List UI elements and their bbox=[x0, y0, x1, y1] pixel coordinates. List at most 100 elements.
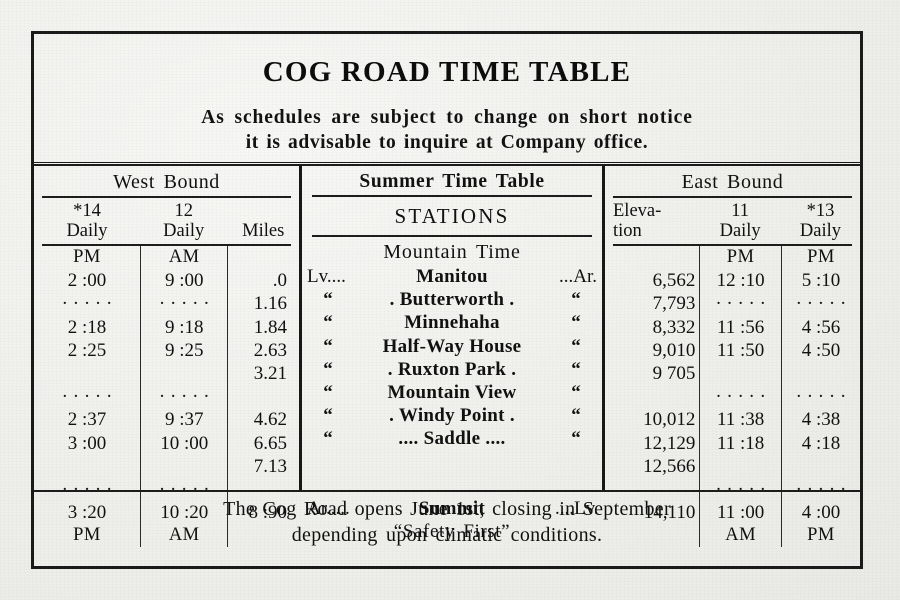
eastbound-13-cell: · · · · · bbox=[780, 385, 860, 409]
eastbound-11-cell bbox=[699, 361, 781, 386]
table-row: 2 :18 9 :18 1.84 bbox=[34, 315, 299, 339]
table-row: 9,010 11 :50 4 :50 bbox=[605, 338, 860, 362]
table-row: 12,129 11 :18 4 :18 bbox=[605, 431, 860, 455]
station-row: Lv.... Manitou ...Ar. bbox=[302, 265, 602, 288]
westbound-heading: West Bound bbox=[113, 171, 220, 193]
station-row bbox=[302, 451, 602, 474]
station-name: Minnehaha bbox=[404, 312, 500, 334]
eastbound-11-cell: 11 :50 bbox=[699, 338, 781, 362]
westbound-14-cell bbox=[34, 362, 140, 385]
eastbound-column-headers: Eleva- tion 11 Daily *13 Daily bbox=[605, 198, 860, 244]
eastbound-col-11: 11 Daily bbox=[719, 201, 761, 241]
westbound-column-headers: *14 Daily 12 Daily Miles bbox=[34, 198, 299, 244]
westbound-12-cell: · · · · · bbox=[140, 292, 227, 316]
eastbound-meridiem-top: PM PM bbox=[605, 246, 860, 270]
eastbound-13-cell: · · · · · bbox=[780, 292, 860, 316]
miles-cell: 4.62 bbox=[227, 408, 299, 432]
station-name: .... Saddle .... bbox=[398, 428, 506, 450]
season-footer-line-1: The Cog Road opens June 1st, closing in … bbox=[223, 498, 671, 520]
table-row: 10,012 11 :38 4 :38 bbox=[605, 408, 860, 432]
table-row: 2 :25 9 :25 2.63 bbox=[34, 338, 299, 362]
westbound-14-cell: 3 :00 bbox=[67, 432, 107, 454]
masthead: COG ROAD TIME TABLE As schedules are sub… bbox=[34, 34, 860, 155]
station-row: “ Minnehaha “ bbox=[302, 311, 602, 334]
eastbound-11-cell: · · · · · bbox=[699, 292, 781, 316]
station-name: Mountain View bbox=[387, 381, 517, 403]
station-name: Half-Way House bbox=[382, 335, 522, 357]
westbound-14-cell: 2 :00 bbox=[67, 270, 107, 292]
station-row: “ . Ruxton Park . “ bbox=[302, 358, 602, 381]
station-suffix: ...Ar. bbox=[559, 266, 597, 287]
eastbound-13-cell: 4 :50 bbox=[780, 338, 860, 362]
westbound-col-miles: Miles bbox=[242, 221, 285, 241]
footer-divider bbox=[34, 490, 860, 492]
elevation-cell: 9,010 bbox=[652, 339, 696, 361]
station-prefix: “ bbox=[323, 358, 333, 380]
westbound-14-cell: · · · · · bbox=[61, 386, 113, 408]
elevation-cell: 12,129 bbox=[643, 432, 696, 454]
westbound-14-cell: 2 :18 bbox=[67, 316, 107, 338]
station-suffix: “ bbox=[571, 335, 581, 357]
season-footer-line-2: depending upon climatic conditions. bbox=[291, 524, 603, 546]
miles-cell: 1.16 bbox=[227, 292, 299, 316]
miles-cell: .0 bbox=[227, 269, 299, 293]
schedule-notice: As schedules are subject to change on sh… bbox=[34, 105, 860, 155]
eastbound-11-cell: 11 :38 bbox=[699, 408, 781, 432]
eastbound-panel: East Bound Eleva- tion 11 Daily *13 Dail… bbox=[605, 166, 860, 548]
elevation-cell: 9 705 bbox=[652, 362, 696, 384]
westbound-14-cell bbox=[34, 455, 140, 478]
westbound-14-cell: 2 :37 bbox=[67, 409, 107, 431]
stations-panel: Summer Time Table STATIONS Mountain Time… bbox=[299, 166, 605, 542]
elevation-cell: 7,793 bbox=[652, 293, 696, 315]
time-zone-label: Mountain Time bbox=[383, 241, 521, 263]
station-name: . Ruxton Park . bbox=[387, 358, 517, 380]
station-row: “ Half-Way House “ bbox=[302, 335, 602, 358]
eastbound-11-cell: 11 :18 bbox=[699, 431, 781, 455]
station-suffix: “ bbox=[571, 428, 581, 450]
eastbound-11-cell: · · · · · bbox=[699, 385, 781, 409]
station-suffix: “ bbox=[571, 358, 581, 380]
station-name: Manitou bbox=[416, 266, 488, 287]
station-prefix: “ bbox=[323, 312, 333, 334]
westbound-panel: West Bound *14 Daily 12 Daily Miles PM A… bbox=[34, 166, 299, 548]
station-row: “ . Windy Point . “ bbox=[302, 404, 602, 427]
station-prefix: “ bbox=[323, 428, 333, 450]
miles-cell: 2.63 bbox=[227, 338, 299, 362]
station-suffix: “ bbox=[571, 312, 581, 334]
westbound-12-cell bbox=[140, 361, 227, 386]
miles-cell: 3.21 bbox=[227, 361, 299, 386]
stations-rows: Lv.... Manitou ...Ar. “. Butterworth . ““Min… bbox=[302, 265, 602, 520]
station-suffix: “ bbox=[571, 381, 581, 403]
westbound-12-cell: 9 :25 bbox=[140, 338, 227, 362]
table-row: · · · · · · · · · · 1.16 bbox=[34, 292, 299, 316]
schedule-notice-line-2: it is advisable to inquire at Company of… bbox=[245, 132, 649, 153]
westbound-14-cell: · · · · · bbox=[61, 293, 113, 315]
eastbound-heading: East Bound bbox=[681, 171, 784, 193]
eastbound-11-cell bbox=[699, 454, 781, 478]
station-prefix: “ bbox=[323, 405, 333, 427]
westbound-12-cell: 9 :00 bbox=[140, 269, 227, 293]
station-prefix: “ bbox=[323, 381, 333, 403]
elevation-cell: 6,562 bbox=[652, 270, 696, 292]
miles-cell: 1.84 bbox=[227, 315, 299, 339]
table-row: 7,793 · · · · · · · · · · bbox=[605, 292, 860, 316]
table-row: 6,562 12 :10 5 :10 bbox=[605, 269, 860, 293]
elevation-cell: 10,012 bbox=[643, 409, 696, 431]
miles-cell: 6.65 bbox=[227, 431, 299, 455]
eastbound-13-cell: 4 :18 bbox=[780, 431, 860, 455]
eastbound-13-cell: 5 :10 bbox=[780, 269, 860, 293]
table-row: 8,332 11 :56 4 :56 bbox=[605, 315, 860, 339]
miles-cell bbox=[227, 385, 299, 409]
station-suffix: “ bbox=[571, 289, 581, 311]
westbound-12-cell: · · · · · bbox=[140, 385, 227, 409]
table-row: 3 :00 10 :00 6.65 bbox=[34, 431, 299, 455]
table-row: · · · · · · · · · · bbox=[34, 385, 299, 409]
table-row: 12,566 bbox=[605, 454, 860, 478]
stations-heading: STATIONS bbox=[394, 204, 510, 228]
westbound-12-cell: 9 :18 bbox=[140, 315, 227, 339]
timetable-card: COG ROAD TIME TABLE As schedules are sub… bbox=[31, 31, 863, 569]
table-row: 2 :00 9 :00.0 bbox=[34, 269, 299, 293]
eastbound-13-cell: 4 :38 bbox=[780, 408, 860, 432]
table-row: 7.13 bbox=[34, 454, 299, 478]
station-row: “ .... Saddle .... “ bbox=[302, 427, 602, 450]
